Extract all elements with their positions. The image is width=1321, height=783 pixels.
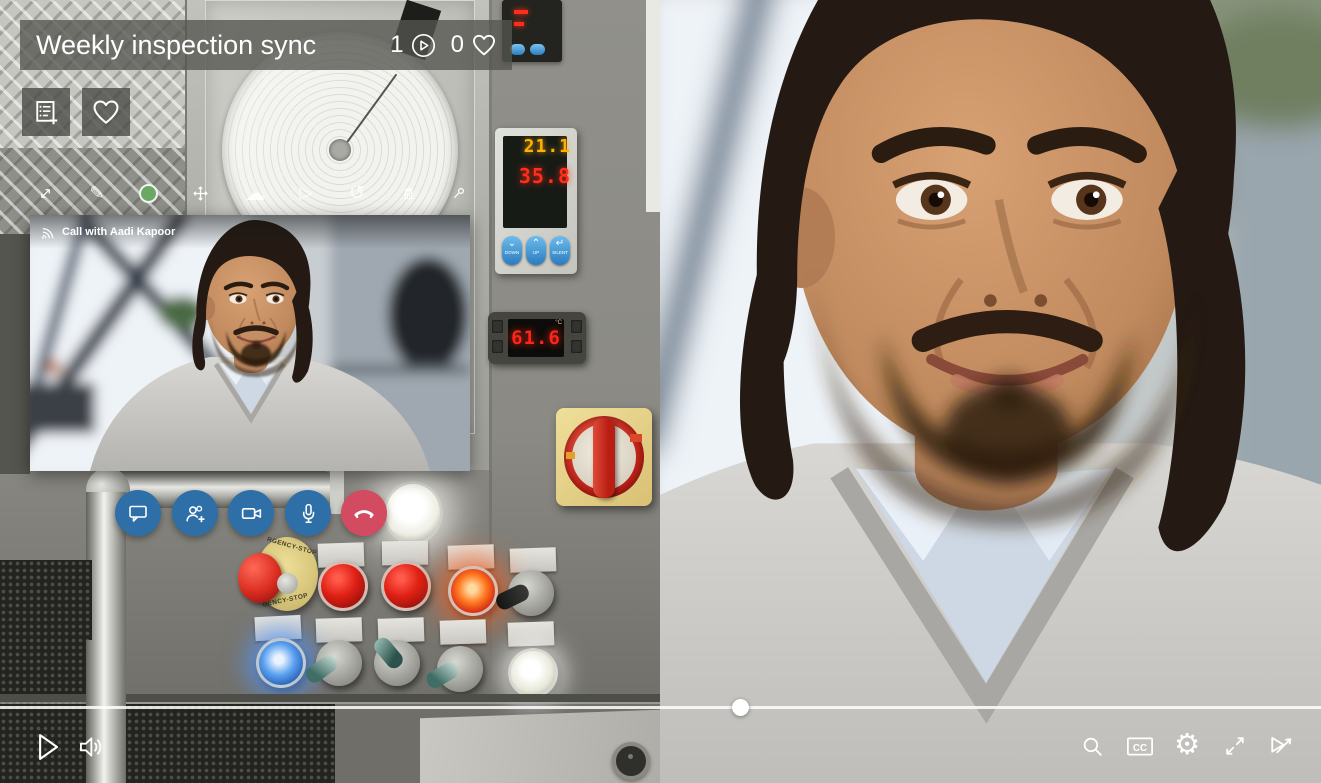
add-participant-button[interactable]: [172, 490, 218, 536]
speaker-icon: [80, 737, 102, 757]
record-indicator-icon[interactable]: [137, 182, 159, 204]
thermostat-unit: °C: [555, 320, 562, 326]
controller-silent-button: ↵ SILENT: [550, 236, 570, 265]
pip-self-view[interactable]: Call with Aadi Kapoor: [30, 215, 470, 471]
pencil-icon[interactable]: ✎: [86, 182, 108, 204]
microphone-button[interactable]: [285, 490, 331, 536]
remote-participant-video: [660, 0, 1321, 783]
mini-thermostat-display: °C 61.6: [488, 312, 586, 364]
pin-icon[interactable]: [448, 182, 470, 204]
volume-button[interactable]: [74, 730, 110, 764]
cc-label: CC: [1133, 743, 1147, 754]
pip-caption: Call with Aadi Kapoor: [62, 226, 176, 238]
undo-icon[interactable]: ↺: [346, 182, 368, 204]
controller-pv-value: 21.1: [523, 136, 571, 157]
view-count: 1: [390, 31, 436, 59]
search-transcript-button[interactable]: [1078, 730, 1106, 762]
playback-speed-icon: [1271, 736, 1292, 754]
emergency-stop-button: [238, 553, 282, 603]
like-count-value: 0: [450, 31, 464, 58]
view-count-value: 1: [390, 31, 404, 58]
cabinet-door-edge: [646, 0, 660, 212]
likes-heart-icon: [473, 34, 495, 56]
resize-icon[interactable]: [34, 182, 56, 204]
play-button[interactable]: [30, 728, 64, 766]
chat-icon: [129, 505, 147, 522]
selector-knob-teal-2: [371, 634, 420, 686]
pip-header: Call with Aadi Kapoor: [30, 215, 470, 249]
rotary-main-switch-plate: [556, 408, 652, 506]
play-icon: [39, 734, 59, 760]
stream-video-player: 21.1 35.8 ⌄ DOWN ⌃ UP ↵ SILENT °C 61.6 R…: [0, 0, 1321, 783]
camera-button[interactable]: [228, 490, 274, 536]
add-to-playlist-icon: [36, 101, 58, 125]
like-button[interactable]: [82, 88, 130, 136]
annotation-toolbar: ✎ ☁ ▷ ↺: [30, 180, 475, 206]
hang-up-button[interactable]: [341, 490, 387, 536]
call-controls: [110, 486, 410, 540]
signal-icon: [41, 227, 54, 239]
move-icon[interactable]: [189, 182, 211, 204]
hang-up-icon: [354, 510, 374, 519]
send-icon[interactable]: ▷: [295, 182, 317, 204]
controller-up-button: ⌃ UP: [526, 236, 546, 265]
player-control-bar: 0:14 / 0:42 Microsoft Stream CC ⚙: [0, 716, 1321, 783]
views-play-circle-icon: [411, 33, 435, 57]
pip-video-content: [30, 215, 470, 471]
panel-left-edge: [0, 234, 30, 474]
selector-knob-teal-1: [302, 640, 362, 686]
red-pilot-light-lit: [448, 566, 498, 616]
emergency-stop-hub: [277, 573, 298, 594]
add-to-playlist-button[interactable]: [22, 88, 70, 136]
cloud-icon[interactable]: ☁: [244, 181, 266, 205]
selector-knob-black: [493, 570, 554, 616]
like-heart-icon: [93, 100, 119, 124]
video-title: Weekly inspection sync: [36, 29, 317, 60]
settings-button[interactable]: ⚙: [1172, 726, 1202, 762]
label-plate: [315, 617, 363, 643]
gear-icon: ⚙: [1174, 727, 1200, 761]
rotary-switch-handle: [593, 418, 615, 498]
selector-knob-teal-3: [423, 646, 483, 692]
label-plate: [509, 547, 557, 573]
controller-sv-value: 35.8: [518, 164, 571, 188]
thermostat-value: 61.6: [511, 327, 561, 349]
chat-button[interactable]: [115, 490, 161, 536]
video-title-bar: Weekly inspection sync 1 0: [20, 20, 512, 70]
like-count: 0: [451, 31, 498, 59]
cc-icon: CC: [1127, 737, 1153, 755]
label-plate: [439, 619, 487, 645]
microphone-icon: [302, 503, 314, 523]
seek-bar[interactable]: [0, 699, 1321, 716]
closed-captions-button[interactable]: CC: [1124, 730, 1156, 762]
label-plate: [507, 621, 555, 647]
seek-knob[interactable]: [731, 699, 749, 716]
camera-icon: [241, 507, 261, 519]
white-pilot-light-small: [508, 648, 558, 698]
controller-down-button: ⌄ DOWN: [502, 236, 522, 265]
trash-icon[interactable]: [397, 182, 419, 204]
red-pilot-light-1: [318, 561, 368, 611]
fullscreen-button[interactable]: [1220, 730, 1250, 762]
playback-speed-button[interactable]: [1264, 729, 1298, 763]
red-pilot-light-2: [381, 561, 431, 611]
fullscreen-icon: [1226, 737, 1244, 755]
blue-pilot-light-lit: [256, 638, 306, 688]
add-person-icon: [185, 505, 204, 522]
search-icon: [1083, 737, 1102, 756]
temperature-controller: 21.1 35.8 ⌄ DOWN ⌃ UP ↵ SILENT: [495, 128, 577, 274]
